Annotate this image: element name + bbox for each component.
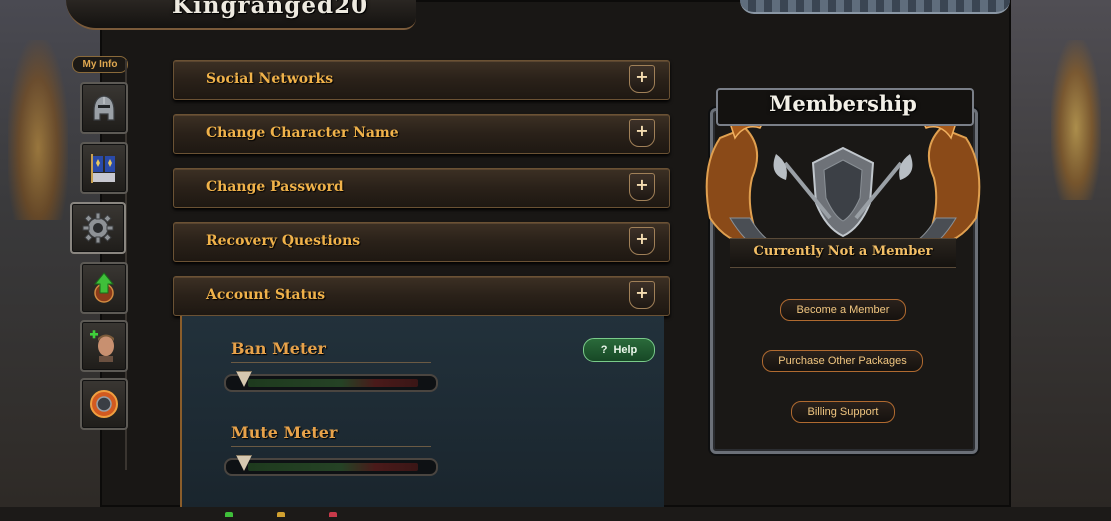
mute-meter-fill: [248, 463, 418, 471]
mute-meter-bar: [224, 455, 438, 476]
help-button[interactable]: ? Help: [583, 338, 655, 362]
sidebar-item-character[interactable]: [80, 82, 128, 134]
purchase-packages-button[interactable]: Purchase Other Packages: [762, 350, 923, 372]
membership-status: Currently Not a Member: [753, 244, 933, 259]
ban-meter-label: Ban Meter: [231, 339, 326, 358]
sidebar-item-upgrade[interactable]: [80, 262, 128, 314]
character-name: Kingranged20: [172, 0, 369, 19]
background-right-scene: [1011, 0, 1111, 507]
expand-button[interactable]: +: [629, 281, 655, 309]
expand-button[interactable]: +: [629, 65, 655, 93]
accordion-social-networks[interactable]: Social Networks +: [173, 60, 670, 100]
section-label: Change Password: [206, 179, 344, 195]
accordion-account-status[interactable]: Account Status +: [173, 276, 670, 316]
sidebar: My Info: [70, 56, 130, 476]
top-ornament: [740, 0, 1010, 14]
section-label: Account Status: [206, 287, 326, 303]
expand-button[interactable]: +: [629, 173, 655, 201]
level-up-icon: [93, 272, 115, 303]
accordion-recovery-questions[interactable]: Recovery Questions +: [173, 222, 670, 262]
help-label: Help: [613, 344, 638, 356]
accordion-change-password[interactable]: Change Password +: [173, 168, 670, 208]
banner-icon: [91, 154, 115, 183]
mute-meter-label: Mute Meter: [231, 423, 338, 442]
sidebar-item-new-character[interactable]: [80, 320, 128, 372]
membership-title: Membership: [769, 91, 917, 116]
legend-swatches: [225, 502, 381, 521]
sidebar-item-guild[interactable]: [80, 142, 128, 194]
expand-button[interactable]: +: [629, 119, 655, 147]
become-member-button[interactable]: Become a Member: [780, 299, 906, 321]
green-swatch: [225, 512, 233, 517]
ban-meter-fill: [248, 379, 418, 387]
section-label: Change Character Name: [206, 125, 399, 141]
question-icon: ?: [600, 344, 608, 356]
helmet-icon: [93, 95, 115, 121]
red-swatch: [329, 512, 337, 517]
section-label: Recovery Questions: [206, 233, 361, 249]
billing-support-button[interactable]: Billing Support: [791, 401, 895, 423]
my-info-tab[interactable]: My Info: [72, 56, 128, 73]
add-character-icon: [90, 330, 114, 362]
sidebar-item-settings[interactable]: [70, 202, 126, 254]
yellow-swatch: [277, 512, 285, 517]
divider: [231, 362, 431, 363]
shield-ring-icon: [90, 390, 118, 418]
sidebar-item-rewards[interactable]: [80, 378, 128, 430]
divider: [231, 446, 431, 447]
ban-meter-bar: [224, 371, 438, 392]
section-label: Social Networks: [206, 71, 334, 87]
accordion-change-character-name[interactable]: Change Character Name +: [173, 114, 670, 154]
expand-button[interactable]: +: [629, 227, 655, 255]
membership-panel: Membership Currently Not a Member Become…: [690, 68, 996, 454]
gear-icon: [82, 212, 114, 244]
